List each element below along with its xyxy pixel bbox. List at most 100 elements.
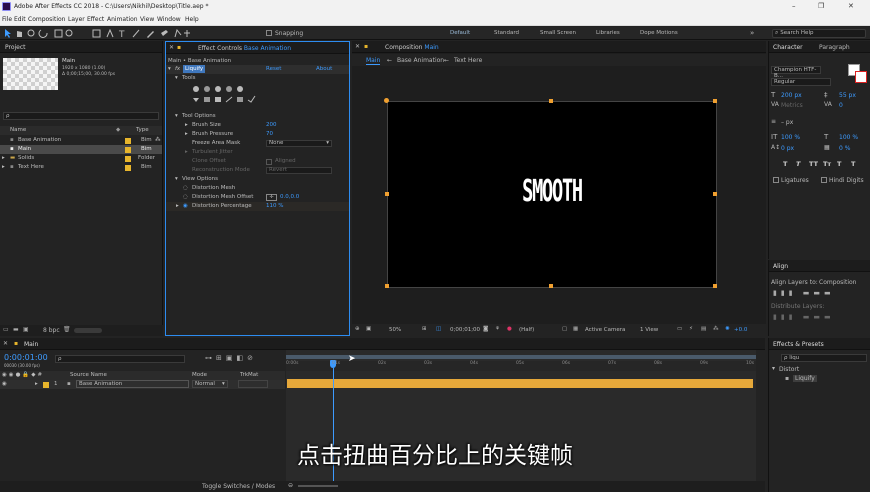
font-family-select[interactable]: Champion HTF-B... (771, 66, 821, 79)
camera-select[interactable]: Active Camera (585, 327, 625, 333)
exposure-value[interactable]: +0.0 (734, 327, 747, 333)
show-snapshot-icon[interactable]: ⚘ (495, 326, 500, 332)
align-to-select[interactable]: Composition (819, 279, 856, 286)
snapping-checkbox[interactable] (266, 30, 272, 36)
timeline-icon[interactable]: ▤ (701, 326, 706, 332)
trash-icon[interactable]: 🗑 (63, 326, 71, 333)
snapshot-icon[interactable]: ◙ (483, 326, 488, 332)
distortion-mesh-offset-value[interactable]: 0.0,0.0 (280, 193, 299, 202)
distortion-mesh-row[interactable]: ◌ Distortion Mesh (166, 184, 349, 193)
fast-previews-icon[interactable]: ⚡ (689, 326, 693, 332)
subscript-button[interactable]: T (851, 160, 855, 168)
distortion-mesh-offset-row[interactable]: ◌ Distortion Mesh Offset ✛ 0.0,0.0 (166, 193, 349, 202)
project-item[interactable]: ▸ ▬ Solids Folder (0, 154, 162, 163)
region-of-interest-icon[interactable]: ▣ (366, 326, 371, 332)
stopwatch-icon[interactable]: ◌ (183, 184, 188, 193)
baseline-shift-value[interactable]: 0 px (781, 145, 794, 152)
distortion-percentage-value[interactable]: 110 % (266, 202, 283, 211)
superscript-button[interactable]: T (837, 160, 841, 168)
menu-layer[interactable]: Layer (68, 16, 85, 23)
resolution-grid-icon[interactable]: ⊞ (422, 326, 427, 332)
zoom-slider[interactable] (298, 485, 338, 487)
horizontal-scale-value[interactable]: 100 % (839, 134, 858, 141)
breadcrumb-base-animation[interactable]: Base Animation (397, 57, 444, 64)
effects-search-input[interactable]: ρ liqu (781, 354, 867, 362)
current-time[interactable]: 0;00;01;00 (450, 327, 480, 333)
transparency-grid-icon[interactable]: ▦ (573, 326, 578, 332)
view-layout-select[interactable]: 1 View (640, 327, 658, 333)
workspace-default[interactable]: Default (450, 30, 470, 36)
expand-arrow-icon[interactable]: ▸ (35, 380, 38, 389)
tool-options-group[interactable]: ▾ Tool Options (166, 112, 349, 121)
faux-bold-button[interactable]: T (783, 160, 787, 168)
work-area-bar[interactable] (286, 355, 756, 359)
liquify-tool-icons[interactable] (191, 85, 261, 105)
freeze-area-mask-select[interactable]: None ▾ (266, 140, 332, 147)
help-search-field[interactable]: ⌕ Search Help (772, 29, 866, 38)
workspace-standard[interactable]: Standard (494, 30, 519, 36)
workspace-overflow-button[interactable]: » (750, 29, 754, 37)
crosshair-icon[interactable]: ✛ (266, 194, 277, 201)
all-caps-button[interactable]: TT (809, 160, 818, 168)
stroke-width-value[interactable]: – px (781, 119, 793, 126)
effects-category[interactable]: Distort (779, 366, 799, 373)
leading-value[interactable]: 55 px (839, 92, 856, 99)
zoom-select[interactable]: 50% (389, 327, 401, 333)
fx-toggle[interactable]: fx (175, 65, 180, 74)
workspace-small-screen[interactable]: Small Screen (540, 30, 576, 36)
breadcrumb-main[interactable]: Main (366, 57, 381, 65)
brush-size-row[interactable]: ▸ Brush Size 200 (166, 121, 349, 130)
transform-handle[interactable] (713, 99, 717, 103)
character-tab[interactable]: Character (773, 44, 803, 51)
composition-canvas[interactable]: SMOOTH (387, 101, 717, 288)
column-type[interactable]: Type (136, 126, 149, 135)
interpret-footage-icon[interactable]: ▭ (3, 326, 9, 333)
timeline-tab[interactable]: Main (24, 341, 38, 348)
collapse-arrow-icon[interactable]: ▾ (175, 175, 178, 184)
channel-icon[interactable]: ● (507, 326, 512, 332)
expand-arrow-icon[interactable]: ▸ (2, 163, 5, 172)
tsume-value[interactable]: 0 % (839, 145, 850, 152)
transform-handle[interactable] (549, 284, 553, 288)
font-size-value[interactable]: 200 px (781, 92, 802, 99)
project-item-selected[interactable]: ▪ Main Bim (0, 145, 162, 154)
transform-handle[interactable] (385, 192, 389, 196)
brush-size-value[interactable]: 200 (266, 121, 277, 130)
menu-effect[interactable]: Effect (87, 16, 104, 23)
small-caps-button[interactable]: Tт (823, 160, 831, 168)
lock-icon[interactable]: ▪ (177, 44, 181, 51)
menu-help[interactable]: Help (185, 16, 199, 23)
layer-duration-bar[interactable] (287, 379, 753, 388)
resolution-select[interactable]: (Half) (519, 327, 534, 333)
collapse-arrow-icon[interactable]: ▾ (175, 112, 178, 121)
transform-handle[interactable] (384, 98, 389, 103)
close-tab-icon[interactable]: ✕ (169, 44, 174, 51)
expand-arrow-icon[interactable]: ▸ (2, 154, 5, 163)
maximize-button[interactable]: ❐ (818, 2, 824, 10)
kerning-value[interactable]: Metrics (781, 102, 803, 109)
breadcrumb-text-here[interactable]: Text Here (454, 57, 482, 64)
brush-pressure-row[interactable]: ▸ Brush Pressure 70 (166, 130, 349, 139)
stopwatch-icon[interactable]: ◌ (183, 193, 188, 202)
layer-name[interactable]: Base Animation (76, 380, 189, 388)
effects-item[interactable]: Liquify (793, 375, 817, 382)
transform-handle[interactable] (713, 192, 717, 196)
brush-pressure-value[interactable]: 70 (266, 130, 273, 139)
column-name[interactable]: Name (10, 126, 26, 135)
project-item[interactable]: ▪ Base Animation Bim ⁂ (0, 136, 162, 145)
view-options-group[interactable]: ▾ View Options (166, 175, 349, 184)
close-button[interactable]: ✕ (848, 2, 854, 10)
tools-group[interactable]: ▾ Tools (166, 74, 349, 83)
tracking-value[interactable]: 0 (839, 102, 843, 109)
align-buttons[interactable]: ▮▮▮ ▬▬▬ (773, 289, 867, 299)
distribute-buttons[interactable]: ▮▮▮ ▬▬▬ (773, 313, 867, 323)
column-trkmat[interactable]: TrkMat (240, 371, 258, 380)
label-color-swatch[interactable] (43, 382, 49, 388)
collapse-arrow-icon[interactable]: ▾ (772, 365, 775, 372)
menu-window[interactable]: Window (157, 16, 181, 23)
effect-name[interactable]: Liquify (183, 65, 206, 73)
menu-animation[interactable]: Animation (107, 16, 138, 23)
timeline-layer-row[interactable]: ◉ ▸ 1 ▪ Base Animation Normal ▾ (0, 380, 285, 389)
tool-icons[interactable]: T (3, 29, 193, 38)
column-source-name[interactable]: Source Name (70, 371, 107, 380)
